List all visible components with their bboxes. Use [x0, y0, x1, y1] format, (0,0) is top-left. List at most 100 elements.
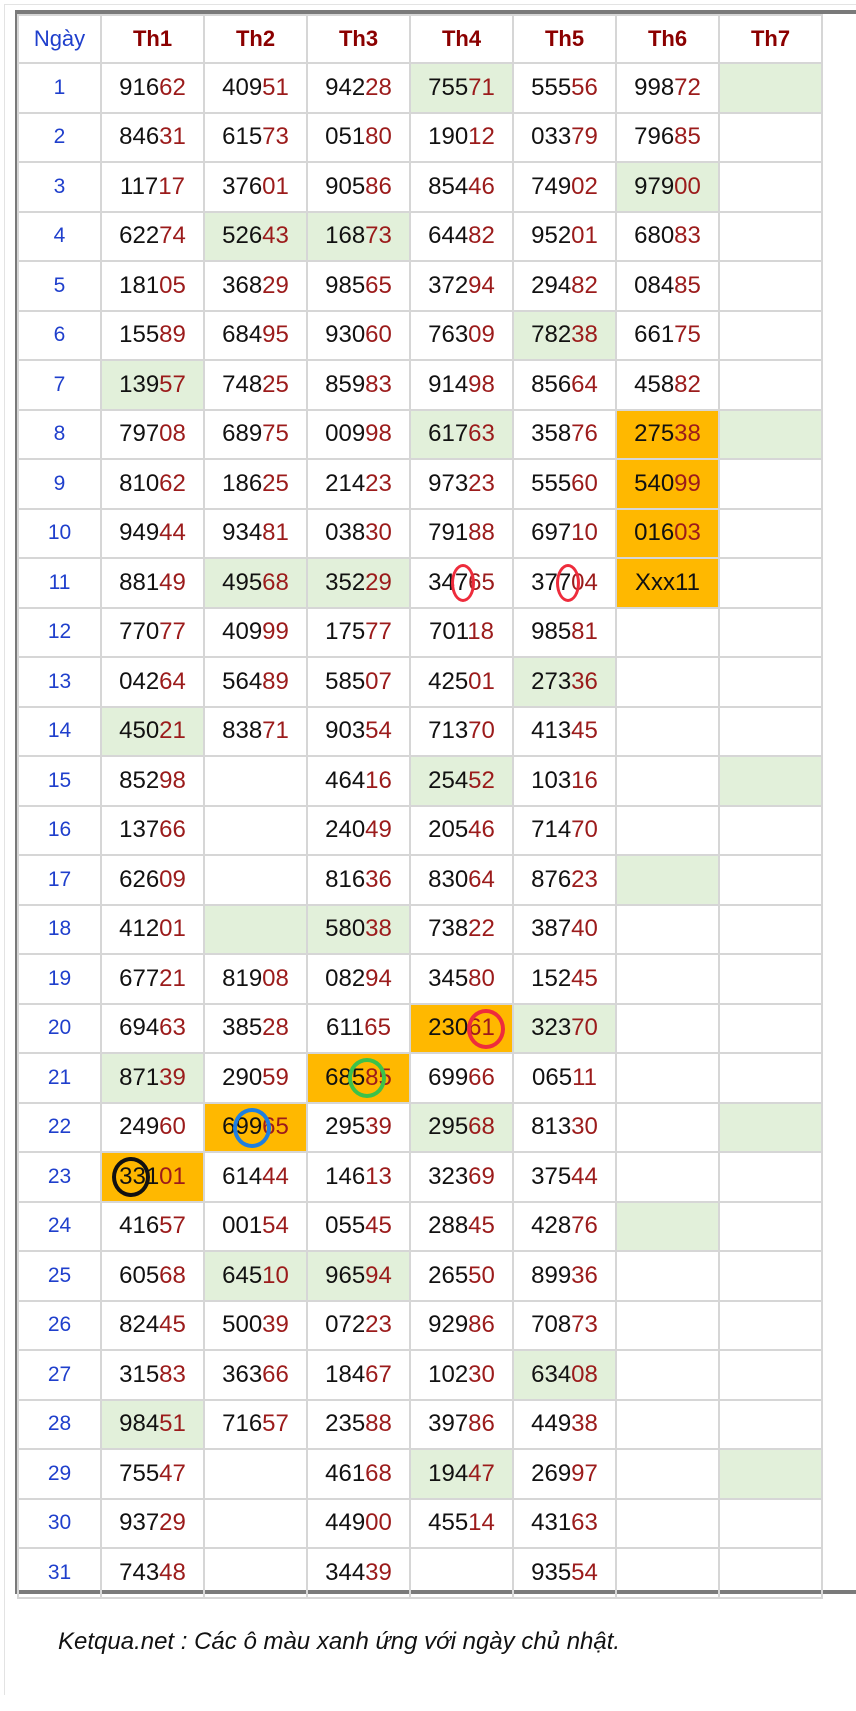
result-cell: 36366 — [203, 1349, 308, 1401]
value-head: 181 — [119, 271, 160, 299]
result-cell: 34580 — [409, 953, 514, 1005]
value-head: 699 — [428, 1063, 469, 1091]
result-cell: 35876 — [512, 408, 617, 460]
table-row: 25 60568 64510 96594 26550 89936 — [17, 1250, 823, 1302]
value-tail: 70 — [571, 1014, 598, 1042]
value-tail: 82 — [571, 271, 598, 299]
value-head: 622 — [119, 222, 160, 250]
value-tail: 94 — [365, 1261, 392, 1289]
value-head: 810 — [119, 469, 160, 497]
value-head: 431 — [531, 1509, 572, 1537]
result-value: 03379 — [531, 123, 598, 150]
value-tail: 77 — [365, 618, 392, 646]
result-value: 62274 — [119, 222, 186, 249]
result-value: 08485 — [634, 272, 701, 299]
value-head: 387 — [531, 915, 572, 943]
value-tail: 65 — [364, 1014, 391, 1042]
result-value: 45021 — [119, 717, 186, 744]
table-row: 6 15589 68495 93060 76309 78238 66175 — [17, 309, 823, 361]
result-cell: 10316 — [512, 755, 617, 807]
value-head: 416 — [119, 1212, 160, 1240]
result-cell: 07223 — [306, 1299, 411, 1351]
value-tail: 00 — [365, 1509, 392, 1537]
result-cell: 61165 — [306, 1002, 411, 1054]
value-head: 701 — [429, 618, 468, 646]
value-head: 585 — [325, 667, 366, 695]
value-head: 240 — [325, 816, 366, 844]
result-value: 87623 — [531, 866, 598, 893]
value-tail: 52 — [468, 766, 495, 794]
result-value: 41657 — [119, 1212, 186, 1239]
result-cell: 15589 — [100, 309, 205, 361]
result-cell: 36829 — [203, 260, 308, 312]
value-head: 540 — [634, 469, 675, 497]
result-value: 13766 — [119, 816, 186, 843]
result-cell — [615, 606, 720, 658]
result-value: 19447 — [428, 1460, 495, 1487]
result-cell — [718, 1398, 823, 1450]
result-cell: 81330 — [512, 1101, 617, 1153]
result-cell: 68495 — [203, 309, 308, 361]
value-head: 275 — [634, 420, 675, 448]
value-head: 051 — [325, 123, 366, 151]
value-head: 372 — [428, 271, 469, 299]
value-head: 984 — [119, 1410, 160, 1438]
result-value: 81330 — [531, 1113, 598, 1140]
value-head: 615 — [222, 123, 263, 151]
day-cell: 8 — [17, 408, 102, 460]
value-head: 914 — [428, 370, 469, 398]
value-tail: 08 — [159, 420, 186, 448]
value-head: 714 — [531, 816, 572, 844]
value-head: 269 — [531, 1459, 572, 1487]
result-cell: 42876 — [512, 1200, 617, 1252]
value-head: 680 — [634, 222, 675, 250]
result-cell: 29059 — [203, 1052, 308, 1104]
value-head: 152 — [531, 964, 572, 992]
result-cell: 15245 — [512, 953, 617, 1005]
result-cell: 28845 — [409, 1200, 514, 1252]
value-head: 288 — [428, 1212, 469, 1240]
value-head: 016 — [634, 519, 675, 547]
result-value: 44938 — [531, 1410, 598, 1437]
value-tail: 73 — [262, 123, 289, 151]
result-cell: 61763 — [409, 408, 514, 460]
value-tail: 23 — [571, 865, 598, 893]
value-head: 998 — [634, 73, 675, 101]
value-head: 763 — [428, 321, 469, 349]
day-cell: 19 — [17, 953, 102, 1005]
header-wed: Th3 — [306, 14, 411, 64]
result-cell — [615, 903, 720, 955]
table-row: 16 13766 24049 20546 71470 — [17, 804, 823, 856]
value-tail: 14 — [468, 1509, 495, 1537]
result-value: 00998 — [325, 420, 392, 447]
result-value: 67721 — [119, 965, 186, 992]
result-value: 24960 — [119, 1113, 186, 1140]
value-head: 677 — [119, 964, 160, 992]
result-cell: 40999 — [203, 606, 308, 658]
value-tail: 16 — [365, 766, 392, 794]
result-value: 81062 — [119, 470, 186, 497]
result-value: 66175 — [634, 321, 701, 348]
table-row: 7 13957 74825 85983 91498 85664 45882 — [17, 359, 823, 411]
value-tail: 60 — [159, 1113, 186, 1141]
result-value: 55556 — [531, 74, 598, 101]
table-row: 31 74348 34439 93554 — [17, 1547, 823, 1599]
value-tail: 67 — [365, 1360, 392, 1388]
result-value: 92986 — [428, 1311, 495, 1338]
result-value: 15589 — [119, 321, 186, 348]
result-value: 40951 — [222, 74, 289, 101]
result-cell: 68585 — [306, 1052, 411, 1104]
result-value: 68975 — [222, 420, 289, 447]
value-tail: 77 — [159, 618, 186, 646]
value-head: 413 — [531, 717, 572, 745]
value-tail: 95 — [262, 321, 289, 349]
result-cell: 96594 — [306, 1250, 411, 1302]
table-row: 28 98451 71657 23588 39786 44938 — [17, 1398, 823, 1450]
result-value: 85298 — [119, 767, 186, 794]
result-value: 52643 — [222, 222, 289, 249]
result-value: 97323 — [428, 470, 495, 497]
value-tail: 16 — [571, 766, 598, 794]
result-cell: 18467 — [306, 1349, 411, 1401]
result-cell: 64482 — [409, 210, 514, 262]
result-cell: 10230 — [409, 1349, 514, 1401]
